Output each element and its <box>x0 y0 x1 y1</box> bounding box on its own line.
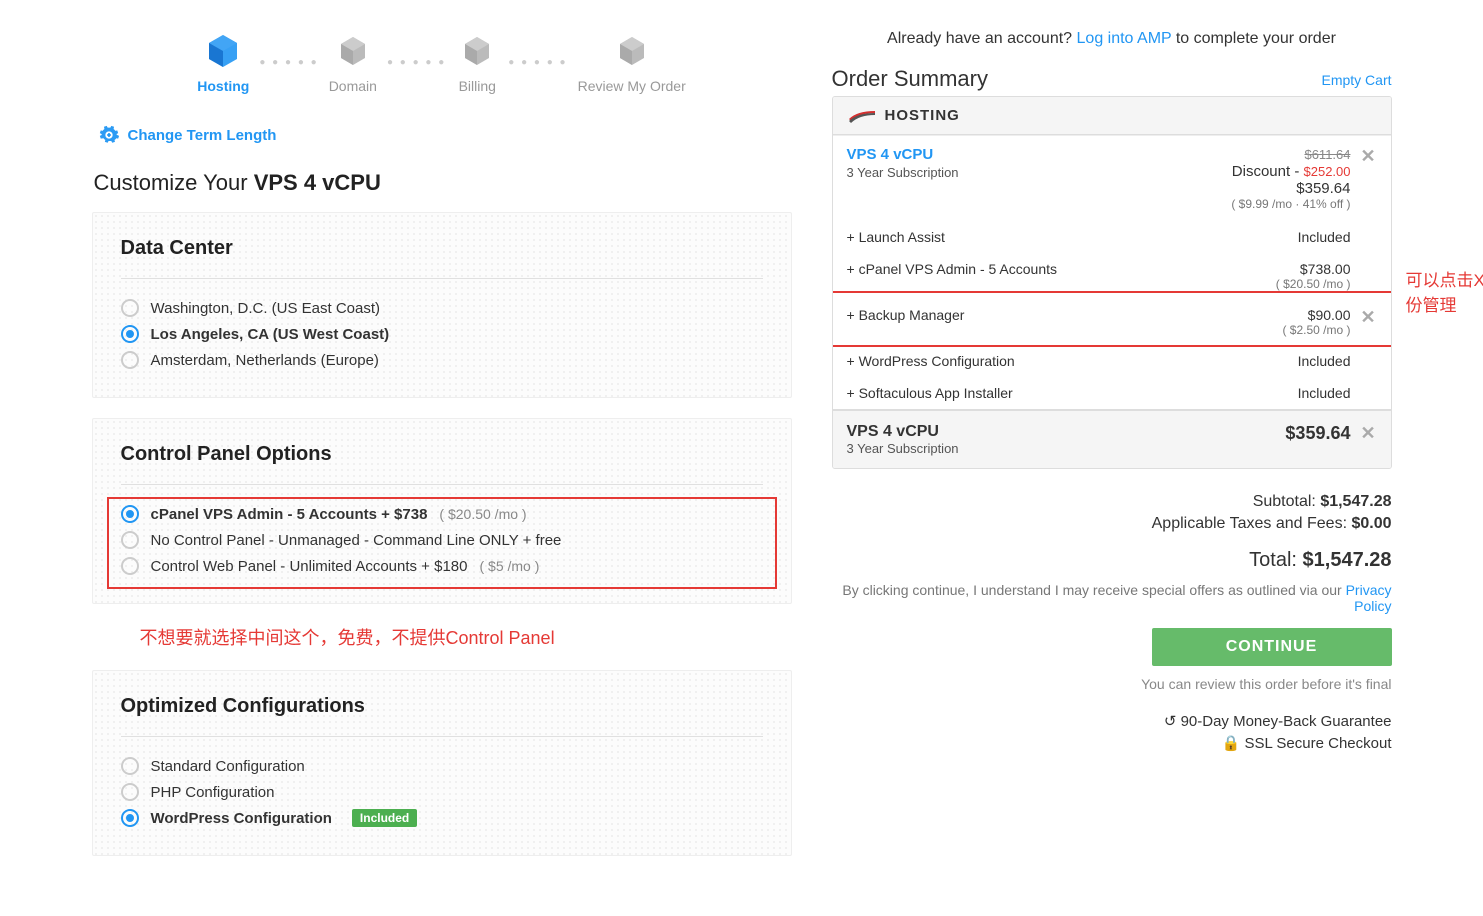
change-term-label: Change Term Length <box>128 127 277 144</box>
remove-addon-button[interactable]: ✕ <box>1361 307 1377 328</box>
step-hosting[interactable]: Hosting <box>197 30 249 94</box>
radio-icon <box>121 299 139 317</box>
cube-icon <box>332 30 374 72</box>
step-separator: ● ● ● ● ● <box>387 57 446 68</box>
optimized-option[interactable]: Standard Configuration <box>121 753 763 779</box>
panel-title: Data Center <box>121 237 763 260</box>
included-badge: Included <box>352 809 417 827</box>
radio-icon <box>121 809 139 827</box>
radio-label: Washington, D.C. (US East Coast) <box>151 300 381 317</box>
panel-title: Control Panel Options <box>121 443 763 466</box>
radio-icon <box>121 531 139 549</box>
order-addon-row: + Backup Manager$90.00( $2.50 /mo )✕ <box>833 299 1391 345</box>
customize-heading: Customize Your VPS 4 vCPU <box>94 170 792 196</box>
radio-label: Amsterdam, Netherlands (Europe) <box>151 352 379 369</box>
order-addon-row: + Launch AssistIncluded <box>833 221 1391 253</box>
lock-icon: 🔒 <box>1222 735 1245 752</box>
gear-icon <box>98 124 120 146</box>
data-center-option[interactable]: Amsterdam, Netherlands (Europe) <box>121 347 763 373</box>
order-addon-row: + Softaculous App InstallerIncluded <box>833 377 1391 409</box>
brand-swoosh-icon <box>847 109 877 123</box>
step-review[interactable]: Review My Order <box>578 30 686 94</box>
guarantees: ↺ 90-Day Money-Back Guarantee 🔒 SSL Secu… <box>832 712 1392 752</box>
radio-icon <box>121 757 139 775</box>
control-panel-option[interactable]: cPanel VPS Admin - 5 Accounts + $738 ( $… <box>121 501 763 527</box>
data-center-panel: Data Center Washington, D.C. (US East Co… <box>92 212 792 398</box>
radio-label: WordPress Configuration <box>151 810 332 827</box>
checkout-steps: Hosting ● ● ● ● ● Domain ● ● ● ● ● Billi… <box>92 30 792 94</box>
order-category-header: HOSTING <box>833 97 1391 135</box>
radio-label: cPanel VPS Admin - 5 Accounts + $738 <box>151 506 428 523</box>
step-domain[interactable]: Domain <box>329 30 377 94</box>
order-subtotal-row: VPS 4 vCPU 3 Year Subscription $359.64 ✕ <box>833 409 1391 468</box>
remove-order-button[interactable]: ✕ <box>1361 423 1377 444</box>
order-addon-row: + WordPress ConfigurationIncluded <box>833 345 1391 377</box>
cube-icon <box>202 30 244 72</box>
review-note: You can review this order before it's fi… <box>832 676 1392 692</box>
account-note: Already have an account? Log into AMP to… <box>832 30 1392 48</box>
optimized-panel: Optimized Configurations Standard Config… <box>92 670 792 856</box>
step-separator: ● ● ● ● ● <box>259 57 318 68</box>
radio-icon <box>121 505 139 523</box>
disclaimer: By clicking continue, I understand I may… <box>832 582 1392 614</box>
annotation-text: 可以点击X去掉备份管理 <box>1406 266 1483 316</box>
step-billing[interactable]: Billing <box>456 30 498 94</box>
radio-label: Los Angeles, CA (US West Coast) <box>151 326 390 343</box>
data-center-option[interactable]: Washington, D.C. (US East Coast) <box>121 295 763 321</box>
radio-icon <box>121 351 139 369</box>
change-term-link[interactable]: Change Term Length <box>98 124 792 146</box>
radio-label: Control Web Panel - Unlimited Accounts +… <box>151 558 468 575</box>
optimized-option[interactable]: WordPress Configuration Included <box>121 805 763 831</box>
control-panel-panel: Control Panel Options cPanel VPS Admin -… <box>92 418 792 604</box>
data-center-option[interactable]: Los Angeles, CA (US West Coast) <box>121 321 763 347</box>
cube-icon <box>456 30 498 72</box>
product-name[interactable]: VPS 4 vCPU <box>847 146 1232 163</box>
radio-label: No Control Panel - Unmanaged - Command L… <box>151 532 562 549</box>
login-link[interactable]: Log into AMP <box>1077 30 1172 47</box>
radio-icon <box>121 325 139 343</box>
product-price: $359.64 <box>1231 180 1350 197</box>
radio-icon <box>121 557 139 575</box>
annotation-text: 不想要就选择中间这个，免费，不提供Control Panel <box>140 624 792 650</box>
radio-icon <box>121 783 139 801</box>
continue-button[interactable]: CONTINUE <box>1152 628 1392 666</box>
privacy-policy-link[interactable]: Privacy Policy <box>1346 582 1392 614</box>
totals: Subtotal: $1,547.28 Applicable Taxes and… <box>832 493 1392 572</box>
order-summary-box: HOSTING VPS 4 vCPU 3 Year Subscription $… <box>832 96 1392 469</box>
order-addon-row: + cPanel VPS Admin - 5 Accounts$738.00( … <box>833 253 1391 299</box>
order-product-row: VPS 4 vCPU 3 Year Subscription $611.64 D… <box>833 135 1391 221</box>
optimized-option[interactable]: PHP Configuration <box>121 779 763 805</box>
empty-cart-link[interactable]: Empty Cart <box>1321 72 1391 88</box>
step-separator: ● ● ● ● ● <box>508 57 567 68</box>
radio-label: PHP Configuration <box>151 784 275 801</box>
control-panel-option[interactable]: Control Web Panel - Unlimited Accounts +… <box>121 553 763 579</box>
product-term: 3 Year Subscription <box>847 165 1232 180</box>
panel-title: Optimized Configurations <box>121 695 763 718</box>
remove-product-button[interactable]: ✕ <box>1361 146 1377 167</box>
radio-label: Standard Configuration <box>151 758 305 775</box>
cube-icon <box>611 30 653 72</box>
order-summary-title: Order Summary <box>832 66 1392 92</box>
control-panel-option[interactable]: No Control Panel - Unmanaged - Command L… <box>121 527 763 553</box>
refresh-icon: ↺ <box>1164 713 1181 730</box>
